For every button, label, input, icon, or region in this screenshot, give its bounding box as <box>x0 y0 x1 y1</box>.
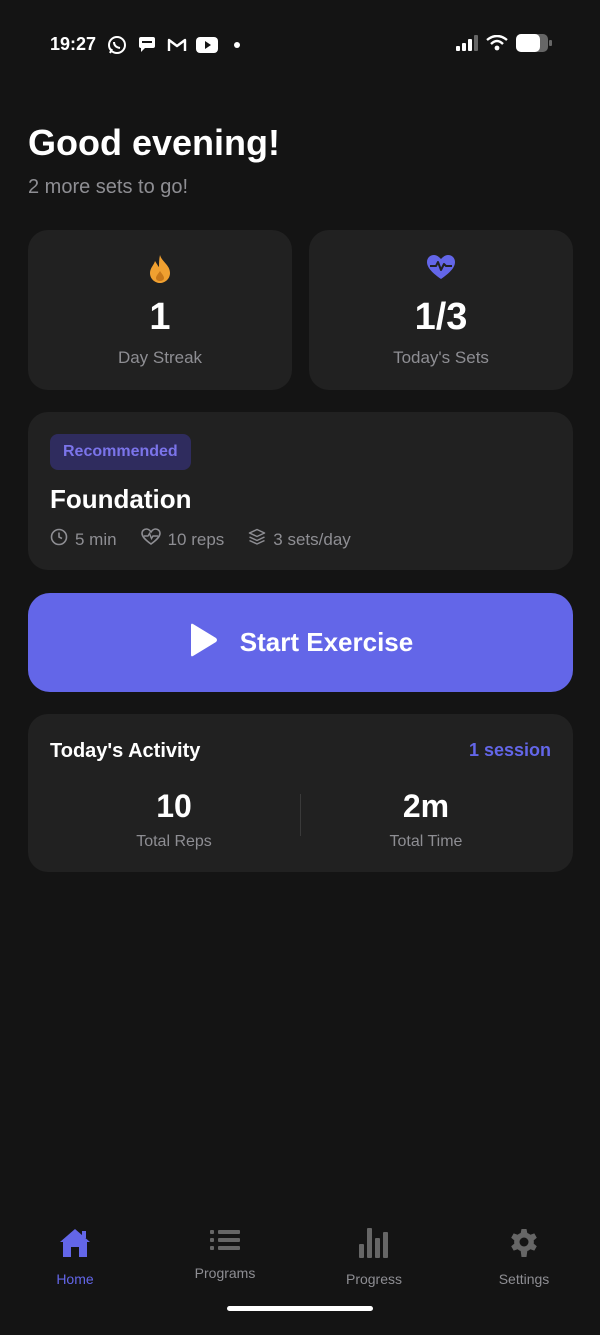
chat-bubble-icon <box>136 34 158 56</box>
stat-value: 1/3 <box>414 296 468 338</box>
bottom-nav: Home Programs Progress Settings <box>0 1210 600 1300</box>
duration-meta: 5 min <box>50 528 117 551</box>
home-indicator[interactable] <box>227 1306 373 1311</box>
status-bar: 19:27 <box>0 0 600 90</box>
nav-programs[interactable]: Programs <box>165 1228 285 1281</box>
flame-icon <box>28 254 292 284</box>
program-title: Foundation <box>50 484 192 514</box>
day-streak-card: 1 Day Streak <box>28 230 292 390</box>
nav-label: Home <box>56 1271 94 1287</box>
battery-icon <box>516 33 552 57</box>
total-reps-stat: 10 Total Reps <box>54 788 294 851</box>
heart-pulse-icon <box>309 254 573 280</box>
stat-value: 1 <box>149 296 171 338</box>
activity-session-count[interactable]: 1 session <box>469 740 551 761</box>
clock-icon <box>50 528 68 551</box>
whatsapp-icon <box>106 34 128 56</box>
greeting-title: Good evening! <box>28 122 280 163</box>
todays-sets-card: 1/3 Today's Sets <box>309 230 573 390</box>
stat-label: Today's Sets <box>393 348 489 367</box>
sets-text: 3 sets/day <box>273 529 351 549</box>
layers-icon <box>248 528 266 551</box>
play-icon <box>188 623 218 662</box>
start-exercise-label: Start Exercise <box>239 627 414 657</box>
stat-label: Day Streak <box>117 348 203 367</box>
activity-value: 2m <box>402 788 450 824</box>
nav-label: Progress <box>345 1271 403 1287</box>
nav-label: Programs <box>194 1265 256 1281</box>
activity-label: Total Time <box>389 833 463 850</box>
todays-activity-card: Today's Activity 1 session 10 Total Reps… <box>28 714 573 872</box>
nav-label: Settings <box>498 1271 550 1287</box>
notification-icons <box>106 34 248 56</box>
status-time: 19:27 <box>50 34 97 54</box>
duration-text: 5 min <box>75 529 117 549</box>
heartbeat-icon <box>140 528 161 551</box>
activity-divider <box>300 794 301 836</box>
system-icons <box>456 33 552 57</box>
bar-chart-icon <box>359 1228 389 1263</box>
greeting-subtitle: 2 more sets to go! <box>28 176 189 198</box>
program-meta: 5 min 10 reps 3 sets/day <box>50 528 351 551</box>
gmail-icon <box>166 34 188 56</box>
nav-home[interactable]: Home <box>15 1228 135 1287</box>
recommended-program-card[interactable]: Recommended Foundation 5 min 10 reps 3 s… <box>28 412 573 570</box>
sets-meta: 3 sets/day <box>248 528 351 551</box>
nav-progress[interactable]: Progress <box>314 1228 434 1287</box>
dot-icon <box>226 34 248 56</box>
start-exercise-button[interactable]: Start Exercise <box>28 593 573 692</box>
activity-title: Today's Activity <box>50 740 201 762</box>
home-icon <box>59 1228 91 1263</box>
list-icon <box>210 1228 240 1257</box>
reps-text: 10 reps <box>167 529 225 549</box>
signal-icon <box>456 34 478 56</box>
reps-meta: 10 reps <box>140 528 225 551</box>
activity-label: Total Reps <box>136 833 212 850</box>
wifi-icon <box>486 34 508 56</box>
activity-value: 10 <box>156 788 192 824</box>
recommended-badge: Recommended <box>50 434 191 470</box>
gear-icon <box>509 1228 539 1263</box>
nav-settings[interactable]: Settings <box>464 1228 584 1287</box>
total-time-stat: 2m Total Time <box>306 788 546 851</box>
youtube-icon <box>196 34 218 56</box>
